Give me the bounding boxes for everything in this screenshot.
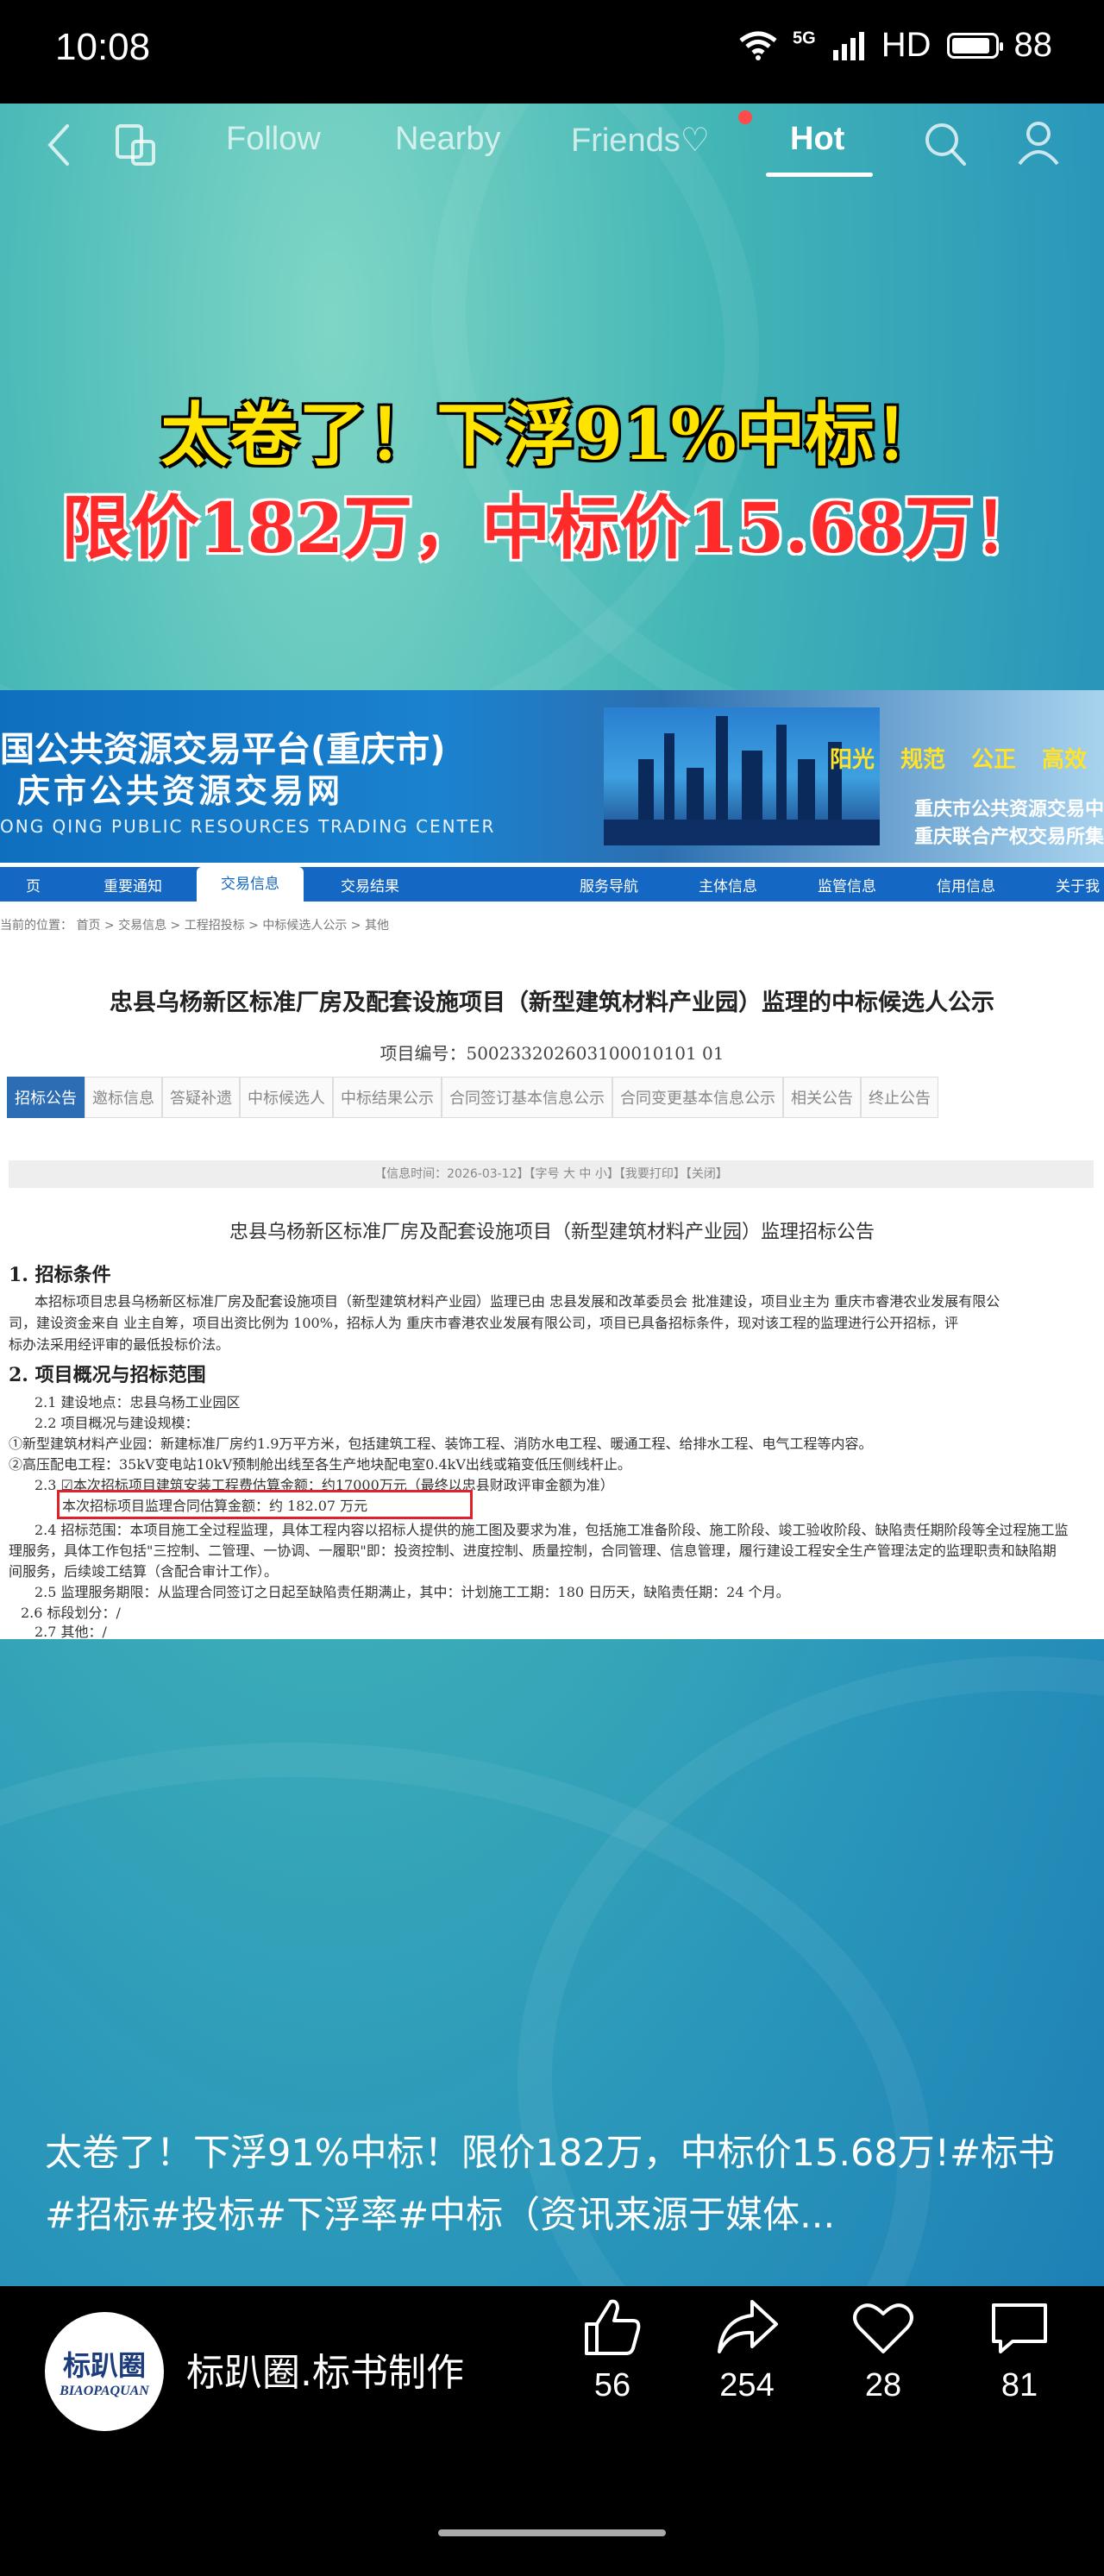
top-nav: Follow Nearby Friends♡ Hot xyxy=(0,104,1104,198)
comment-button[interactable]: 81 xyxy=(968,2295,1071,2404)
breadcrumb: 当前的位置： 首页 > 交易信息 > 工程招投标 > 中标候选人公示 > 其他 xyxy=(0,919,389,933)
red-highlight-box xyxy=(57,1490,473,1519)
doc-tab: 合同签订基本信息公示 xyxy=(442,1077,612,1118)
slogan-word: 公正 xyxy=(970,747,1016,773)
menu-item: 监管信息 xyxy=(818,878,876,895)
announcement-title: 忠县乌杨新区标准厂房及配套设施项目（新型建筑材料产业园）监理招标公告 xyxy=(229,1222,875,1243)
notification-dot xyxy=(738,110,752,124)
avatar-logo-text: 标趴圈 xyxy=(62,2349,146,2382)
section-text: 2.2 项目概况与建设规模： xyxy=(34,1415,199,1431)
network-type: 5G xyxy=(793,28,816,48)
slogan: 阳光 规范 公正 高效 xyxy=(830,742,1087,774)
share-count: 254 xyxy=(719,2367,775,2403)
slogan-word: 高效 xyxy=(1041,747,1087,773)
status-icons: 5G HD 88 xyxy=(739,26,1052,65)
favorite-count: 28 xyxy=(864,2367,902,2403)
favorite-button[interactable]: 28 xyxy=(831,2295,935,2404)
status-time: 10:08 xyxy=(55,26,151,68)
hd-label: HD xyxy=(881,26,932,64)
menu-item: 主体信息 xyxy=(699,878,757,895)
section-text: 本招标项目忠县乌杨新区标准厂房及配套设施项目（新型建筑材料产业园）监理已由 忠县… xyxy=(34,1293,1000,1310)
doc-tab: 招标公告 xyxy=(7,1077,85,1118)
video-headline-2: 限价182万，中标价15.68万！ xyxy=(61,487,1043,569)
search-icon[interactable] xyxy=(923,121,968,169)
battery-icon xyxy=(946,32,1003,59)
platform-subtitle: 庆市公共资源交易网 xyxy=(17,772,344,810)
slogan-word: 规范 xyxy=(900,747,945,773)
author-avatar[interactable]: 标趴圈 BIAOPAQUAN xyxy=(45,2312,164,2431)
section-text: ①新型建筑材料产业园：新建标准厂房约1.9万平方米，包括建筑工程、装饰工程、消防… xyxy=(9,1436,873,1452)
menu-item: 交易结果 xyxy=(341,878,399,895)
section-text: 2.4 招标范围：本项目施工全过程监理，具体工程内容以招标人提供的施工图及要求为… xyxy=(34,1522,1069,1538)
document-screenshot: 国公共资源交易平台(重庆市) 庆市公共资源交易网 ONG QING PUBLIC… xyxy=(0,690,1104,1639)
section-heading: 2. 项目概况与招标范围 xyxy=(9,1364,206,1386)
info-bar: 【信息时间：2026-03-12】【字号 大 中 小】【我要打印】【关闭】 xyxy=(9,1160,1094,1188)
section-text: ②高压配电工程：35kV变电站10kV预制舱出线至各生产地块配电室0.4kV出线… xyxy=(9,1456,631,1473)
avatar-logo-english: BIAOPAQUAN xyxy=(60,2384,149,2398)
tab-friends[interactable]: Friends♡ xyxy=(571,121,710,160)
video-caption[interactable]: 太卷了！下浮91%中标！限价182万，中标价15.68万!#标书#招标#投标#下… xyxy=(45,2122,1063,2246)
heart-icon xyxy=(853,2303,913,2353)
doc-tab: 答疑补遗 xyxy=(162,1077,240,1118)
thumbs-up-icon xyxy=(585,2299,641,2355)
wifi-icon xyxy=(739,31,777,60)
active-tab-indicator xyxy=(766,173,873,177)
home-indicator[interactable] xyxy=(438,2529,666,2536)
document-title: 忠县乌杨新区标准厂房及配套设施项目（新型建筑材料产业园）监理的中标候选人公示 xyxy=(110,990,994,1016)
author-name[interactable]: 标趴圈.标书制作 xyxy=(186,2341,464,2397)
slogan-word: 阳光 xyxy=(829,747,875,773)
section-text: 2.7 其他：/ xyxy=(34,1624,107,1639)
menu-item-active: 交易信息 xyxy=(197,867,304,902)
doc-tab: 终止公告 xyxy=(861,1077,938,1118)
section-text: 间服务，后续竣工结算（含配合审计工作）。 xyxy=(9,1563,279,1580)
doc-tab: 合同变更基本信息公示 xyxy=(612,1077,783,1118)
comment-icon xyxy=(992,2303,1047,2353)
doc-tab: 中标候选人 xyxy=(240,1077,333,1118)
doc-tab: 邀标信息 xyxy=(85,1077,162,1118)
video-headline-1: 太卷了！下浮91%中标！ xyxy=(160,394,944,475)
like-count: 56 xyxy=(593,2367,631,2403)
section-heading: 1. 招标条件 xyxy=(9,1264,111,1286)
site-menu: 页 重要通知 交易结果 服务导航 主体信息 监管信息 信用信息 关于我 xyxy=(0,867,1104,902)
comment-count: 81 xyxy=(1000,2367,1038,2403)
signal-icon xyxy=(832,31,864,60)
share-button[interactable]: 254 xyxy=(695,2295,799,2404)
battery-level: 88 xyxy=(1013,26,1053,64)
like-button[interactable]: 56 xyxy=(561,2295,664,2404)
document-tabs: 招标公告 邀标信息 答疑补遗 中标候选人 中标结果公示 合同签订基本信息公示 合… xyxy=(7,1077,938,1118)
city-skyline-image xyxy=(604,707,880,845)
section-text: 理服务，具体工作包括"三控制、二管理、一协调、一履职"即：投资控制、进度控制、质… xyxy=(9,1542,1057,1559)
profile-icon[interactable] xyxy=(1016,119,1061,167)
tab-nearby[interactable]: Nearby xyxy=(395,121,501,158)
doc-tab: 中标结果公示 xyxy=(333,1077,442,1118)
partner-name: 重庆联合产权交易所集 xyxy=(913,826,1104,848)
section-text: 2.6 标段划分：/ xyxy=(21,1605,121,1621)
multi-window-icon[interactable] xyxy=(114,123,159,167)
heart-icon: ♡ xyxy=(680,123,710,159)
menu-item: 信用信息 xyxy=(937,878,995,895)
partner-name: 重庆市公共资源交易中 xyxy=(913,799,1104,820)
section-text: 司，建设资金来自 业主自筹，项目出资比例为 100%，招标人为 重庆市睿港农业发… xyxy=(9,1315,959,1331)
doc-tab: 相关公告 xyxy=(783,1077,861,1118)
share-icon xyxy=(718,2300,778,2353)
menu-item: 重要通知 xyxy=(104,878,162,895)
menu-item: 页 xyxy=(26,878,41,895)
project-number: 项目编号：500233202603100010101 01 xyxy=(380,1043,724,1064)
section-text: 标办法采用经评审的最低投标价法。 xyxy=(9,1336,230,1353)
section-text: 2.5 监理服务期限：从监理合同签订之日起至缺陷责任期满止，其中：计划施工工期：… xyxy=(34,1584,790,1600)
menu-item: 服务导航 xyxy=(580,878,638,895)
back-icon[interactable] xyxy=(45,123,71,167)
tab-follow[interactable]: Follow xyxy=(226,121,321,158)
section-text: 2.1 建设地点：忠县乌杨工业园区 xyxy=(34,1394,241,1411)
platform-english: ONG QING PUBLIC RESOURCES TRADING CENTER xyxy=(0,816,496,837)
menu-item: 关于我 xyxy=(1056,878,1100,895)
tab-hot[interactable]: Hot xyxy=(790,121,844,158)
